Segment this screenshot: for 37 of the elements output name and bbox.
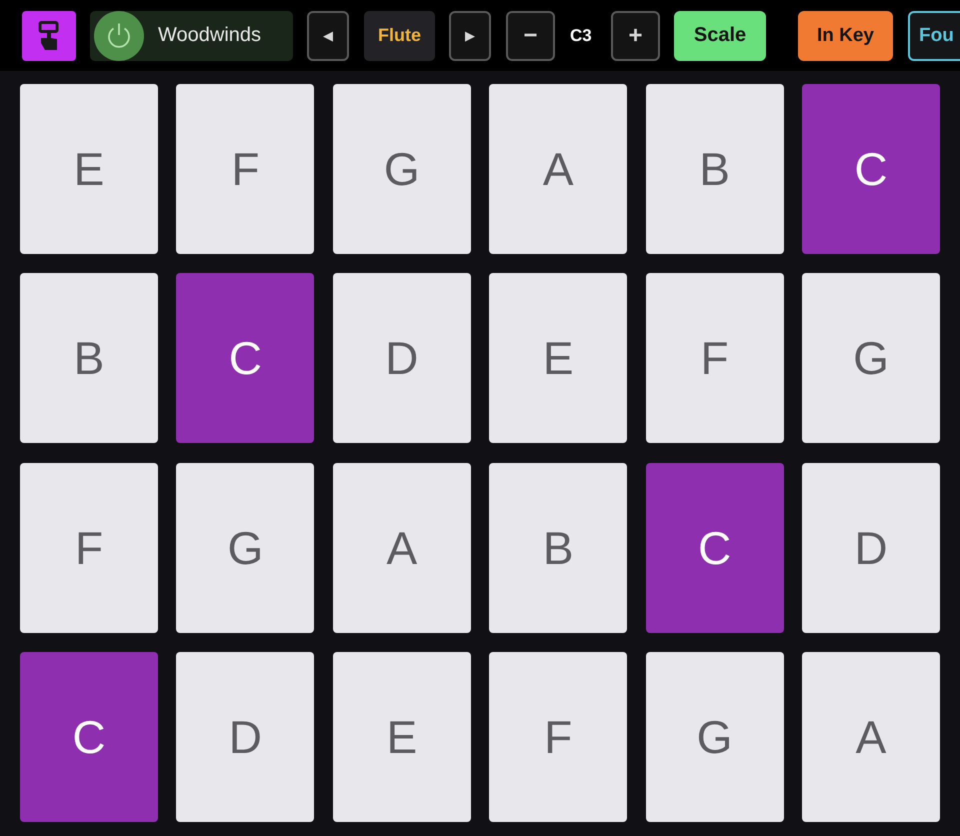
app-menu-button[interactable] (22, 10, 76, 60)
note-pad[interactable]: G (332, 84, 471, 254)
next-instrument-button[interactable]: ▶ (449, 10, 491, 60)
note-pad[interactable]: B (489, 462, 628, 633)
mode-toggle-button[interactable]: In Key (798, 10, 893, 60)
note-pad[interactable]: F (20, 462, 158, 633)
octave-label: C3 (570, 26, 593, 46)
mode-toggle-button[interactable]: Scale (674, 10, 766, 60)
note-pad[interactable]: E (489, 273, 628, 444)
octave-down-button[interactable]: − (506, 10, 555, 60)
note-pad[interactable]: F (646, 273, 784, 444)
note-pad[interactable]: D (802, 462, 940, 633)
hand-pointer-icon (37, 20, 61, 50)
instrument-group-label: Woodwinds (158, 24, 262, 47)
note-pad[interactable]: B (20, 273, 158, 444)
note-pad[interactable]: D (176, 652, 314, 822)
mode-toggle-button[interactable]: Fou (908, 10, 960, 60)
note-pad[interactable]: C (20, 652, 158, 822)
note-pad[interactable]: C (646, 462, 784, 633)
note-pad[interactable]: D (332, 273, 471, 444)
note-pad[interactable]: E (332, 652, 471, 822)
note-pad[interactable]: A (489, 84, 628, 254)
power-button[interactable] (94, 10, 144, 60)
note-pad[interactable]: F (176, 84, 314, 254)
note-pad[interactable]: G (802, 273, 940, 444)
previous-instrument-button[interactable]: ◀ (307, 10, 349, 60)
note-pad[interactable]: C (802, 84, 940, 254)
note-pad[interactable]: E (20, 84, 158, 254)
octave-up-button[interactable]: + (611, 10, 660, 60)
note-pad[interactable]: G (176, 462, 314, 633)
note-pad[interactable]: A (332, 462, 471, 633)
note-pad[interactable]: C (176, 273, 314, 444)
note-pad[interactable]: B (646, 84, 784, 254)
note-pad[interactable]: F (489, 652, 628, 822)
instrument-name: Flute (364, 10, 435, 60)
note-pad[interactable]: A (802, 652, 940, 822)
note-pad[interactable]: G (646, 652, 784, 822)
